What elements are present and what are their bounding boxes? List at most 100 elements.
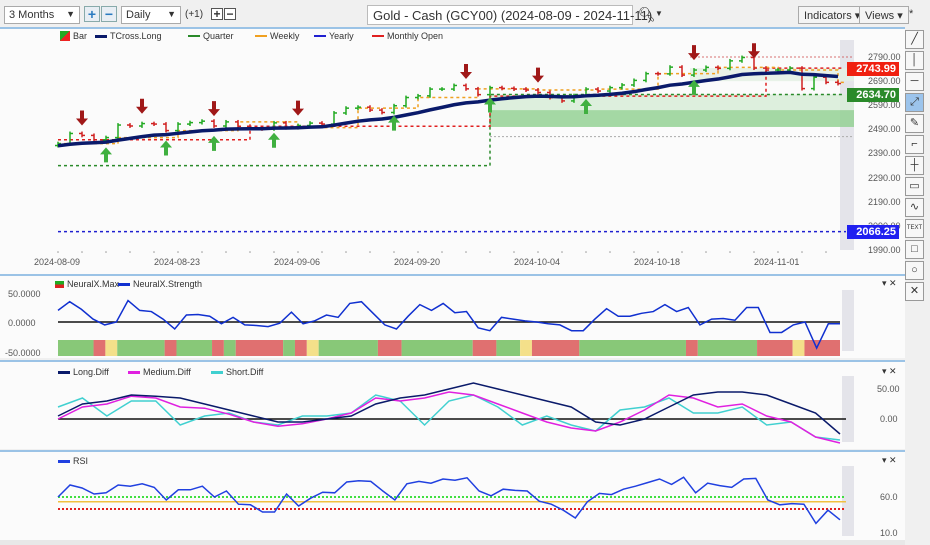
panel-close-button[interactable]: ▾ ✕ <box>882 455 897 466</box>
neuralx-max-bear <box>212 340 224 356</box>
date-tick-mark <box>801 251 803 253</box>
neuralx-max-bull <box>176 340 213 356</box>
date-tick-mark <box>201 251 203 253</box>
date-tick-mark <box>369 251 371 253</box>
support-zone <box>490 110 854 127</box>
wave-icon: ∿ <box>909 201 920 213</box>
neuralx-max-bull <box>283 340 295 356</box>
neuralx-max-neutral <box>105 340 118 356</box>
date-tick-mark <box>609 251 611 253</box>
neuralx-max-bear <box>472 340 497 356</box>
legend-label: Medium.Diff <box>143 367 191 377</box>
neuralx-max-bear <box>294 340 307 356</box>
date-tick-mark <box>705 251 707 253</box>
main-panel <box>0 29 905 274</box>
close-tool-button[interactable]: ✕ <box>905 282 924 301</box>
crosshair-icon: ┼ <box>910 159 919 171</box>
ray-icon: ⤢ <box>910 96 919 108</box>
neuralx-tick: -50.0000 <box>5 348 41 358</box>
date-tick-mark <box>57 251 59 253</box>
horizontal-line-tool-button[interactable]: ─ <box>905 72 924 91</box>
callout-icon: ▭ <box>909 180 920 192</box>
neuralx-max-bear <box>377 340 402 356</box>
chart-canvas[interactable] <box>0 0 930 545</box>
date-tick-mark <box>633 251 635 253</box>
callout-tool-button[interactable]: ▭ <box>905 177 924 196</box>
rectangle-icon: □ <box>911 243 918 255</box>
neuralx-max-neutral <box>792 340 805 356</box>
monthly-open-price-label: 2743.99 <box>847 62 899 76</box>
quarter-price-label: 2634.70 <box>847 88 899 102</box>
rsi-tick: 10.0 <box>880 528 898 538</box>
date-tick-mark <box>417 251 419 253</box>
close-icon: ✕ <box>909 285 920 297</box>
date-tick-mark <box>489 251 491 253</box>
legend-yearly: Yearly <box>314 31 354 41</box>
rsi-tick: 60.0 <box>880 492 898 502</box>
price-axis-tick: 1990.00 <box>868 244 901 255</box>
date-tick-mark <box>753 251 755 253</box>
legend-label: Bar <box>73 31 88 41</box>
highlighter-tool-button[interactable]: ✎ <box>905 114 924 133</box>
crosshair-tool-button[interactable]: ┼ <box>905 156 924 175</box>
date-tick-mark <box>345 251 347 253</box>
line-tool-button[interactable]: ╱ <box>905 30 924 49</box>
date-tick-mark <box>657 251 659 253</box>
bar-icon <box>60 31 70 41</box>
panel-close-button[interactable]: ▾ ✕ <box>882 278 897 289</box>
neuralx-max-bull <box>496 340 521 356</box>
panel-close-button[interactable]: ▾ ✕ <box>882 366 897 377</box>
step-icon: ⌐ <box>911 138 918 150</box>
scroll-gutter <box>842 466 854 536</box>
date-axis-tick: 2024-10-18 <box>634 257 681 267</box>
legend-label: NeuralX.Strength <box>133 279 203 289</box>
price-axis-tick: 2790.00 <box>868 52 901 62</box>
line-icon: ╱ <box>911 33 918 45</box>
horizontal-scrollbar <box>0 540 905 545</box>
vertical-line-tool-button[interactable]: │ <box>905 51 924 70</box>
neuralx-strength-legend: NeuralX.Strength <box>118 279 202 289</box>
date-tick-mark <box>153 251 155 253</box>
neuralx-max-bear <box>164 340 177 356</box>
legend-label: TCross.Long <box>110 31 162 41</box>
date-axis-tick: 2024-08-23 <box>154 257 201 267</box>
date-tick-mark <box>297 251 299 253</box>
price-axis-tick: 2390.00 <box>868 148 901 159</box>
ellipse-tool-button[interactable]: ○ <box>905 261 924 280</box>
wave-tool-button[interactable]: ∿ <box>905 198 924 217</box>
date-tick-mark <box>249 251 251 253</box>
ray-tool-button[interactable]: ⤢ <box>905 93 924 112</box>
scroll-gutter <box>842 290 854 351</box>
long-diff-legend: Long.Diff <box>58 367 109 377</box>
date-tick-mark <box>777 251 779 253</box>
price-axis-tick: 2290.00 <box>868 172 901 183</box>
neuralx-max-legend: NeuralX.Max <box>55 279 119 289</box>
date-tick-mark <box>681 251 683 253</box>
text-tool-button[interactable]: TEXT <box>905 219 924 238</box>
neuralx-max-bear <box>235 340 284 356</box>
date-tick-mark <box>561 251 563 253</box>
short-diff-legend: Short.Diff <box>211 367 263 377</box>
diff-tick: 0.00 <box>880 414 898 424</box>
step-tool-button[interactable]: ⌐ <box>905 135 924 154</box>
date-axis-tick: 2024-11-01 <box>754 257 800 267</box>
date-tick-mark <box>105 251 107 253</box>
neuralx-max-bull <box>58 340 94 356</box>
legend-monthly-open: Monthly Open <box>372 31 443 41</box>
date-tick-mark <box>81 251 83 253</box>
scroll-gutter <box>842 376 854 442</box>
date-tick-mark <box>513 251 515 253</box>
date-tick-mark <box>465 251 467 253</box>
date-tick-mark <box>225 251 227 253</box>
neuralx-max-bear <box>685 340 698 356</box>
rectangle-tool-button[interactable]: □ <box>905 240 924 259</box>
text-icon: TEXT <box>906 225 923 231</box>
neuralx-tick: 0.0000 <box>8 318 36 328</box>
highlighter-icon: ✎ <box>909 117 920 129</box>
legend-label: RSI <box>73 456 89 466</box>
legend-quarter: Quarter <box>188 31 234 41</box>
date-tick-mark <box>585 251 587 253</box>
neuralx-max-bear <box>531 340 580 356</box>
date-axis-tick: 2024-08-09 <box>34 257 81 267</box>
neuralx-max-bear <box>93 340 106 356</box>
